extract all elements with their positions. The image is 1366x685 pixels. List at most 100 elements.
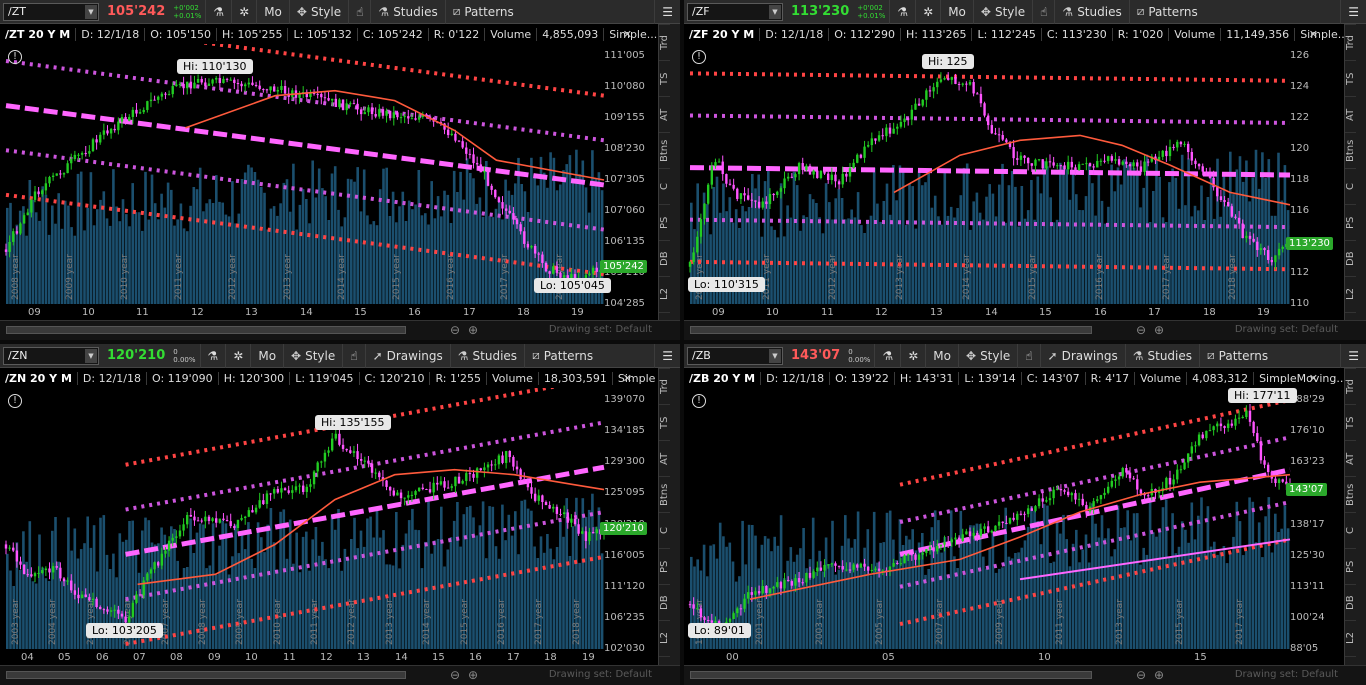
side-tab-ps[interactable]: PS	[1345, 204, 1356, 240]
mo-button[interactable]: Mo	[925, 344, 958, 368]
zoom-in-icon[interactable]: ⊕	[1154, 668, 1164, 682]
side-tab-at[interactable]: AT	[659, 96, 670, 132]
flask-icon[interactable]: ⚗	[205, 0, 231, 24]
side-tab-btns[interactable]: Btns	[1345, 132, 1356, 168]
gear-icon[interactable]: ✲	[231, 0, 256, 24]
drawings-button[interactable]: ➚ Drawings	[1039, 344, 1125, 368]
side-tab-db[interactable]: DB	[1345, 584, 1356, 620]
crosshair-icon[interactable]: ✕	[623, 28, 632, 41]
side-tab-l2[interactable]: L2	[1345, 620, 1356, 656]
flask-icon[interactable]: ⚗	[874, 344, 900, 368]
info-icon[interactable]: !	[692, 50, 706, 64]
horizontal-scrollbar[interactable]	[6, 326, 406, 334]
zoom-out-icon[interactable]: ⊖	[450, 668, 460, 682]
price-chart[interactable]: 1999 year 2001 year 2003 year 2005 year 2007…	[684, 388, 1344, 665]
symbol-selector[interactable]: /ZF ▼	[687, 2, 783, 21]
horizontal-scrollbar[interactable]	[6, 671, 406, 679]
hand-icon[interactable]: ☝	[1032, 0, 1054, 24]
side-tab-ts[interactable]: TS	[1345, 404, 1356, 440]
mo-button[interactable]: Mo	[940, 0, 973, 24]
menu-icon[interactable]: ☰	[654, 0, 680, 24]
chevron-down-icon[interactable]: ▼	[85, 348, 97, 363]
side-tab-l2[interactable]: L2	[1345, 276, 1356, 312]
patterns-button[interactable]: ⧄ Patterns	[524, 344, 600, 368]
crosshair-icon[interactable]: ✕	[623, 372, 632, 385]
studies-button[interactable]: ⚗ Studies	[1124, 344, 1199, 368]
flask-icon[interactable]: ⚗	[889, 0, 915, 24]
side-tab-trd[interactable]: Trd	[659, 24, 670, 60]
zoom-in-icon[interactable]: ⊕	[468, 323, 478, 337]
side-tab-c[interactable]: C	[659, 512, 670, 548]
studies-button[interactable]: ⚗ Studies	[1054, 0, 1128, 24]
candle-body	[428, 489, 432, 493]
side-tab-at[interactable]: AT	[1345, 96, 1356, 132]
flask-icon[interactable]: ⚗	[199, 344, 226, 368]
crosshair-icon[interactable]: ✕	[1309, 372, 1318, 385]
gear-icon[interactable]: ✲	[915, 0, 940, 24]
zoom-out-icon[interactable]: ⊖	[1136, 323, 1146, 337]
style-button[interactable]: ✥ Style	[288, 0, 348, 24]
side-tab-trd[interactable]: Trd	[659, 368, 670, 404]
chevron-down-icon[interactable]: ▼	[769, 4, 781, 19]
studies-button[interactable]: ⚗ Studies	[370, 0, 444, 24]
patterns-button[interactable]: ⧄ Patterns	[444, 0, 521, 24]
mo-button[interactable]: Mo	[250, 344, 283, 368]
study-label[interactable]: Simple...	[1295, 28, 1344, 41]
info-icon[interactable]: !	[692, 394, 706, 408]
gear-icon[interactable]: ✲	[225, 344, 250, 368]
hand-icon[interactable]: ☝	[348, 0, 370, 24]
chevron-down-icon[interactable]: ▼	[85, 4, 97, 19]
side-tab-db[interactable]: DB	[1345, 240, 1356, 276]
side-tab-l2[interactable]: L2	[659, 620, 670, 656]
side-tab-at[interactable]: AT	[659, 440, 670, 476]
gear-icon[interactable]: ✲	[900, 344, 925, 368]
crosshair-icon[interactable]: ✕	[1309, 28, 1318, 41]
side-tab-btns[interactable]: Btns	[659, 476, 670, 512]
style-button[interactable]: ✥ Style	[283, 344, 342, 368]
hand-icon[interactable]: ☝	[342, 344, 364, 368]
price-chart[interactable]: 2009 year2011 year2012 year2013 year2014…	[684, 44, 1344, 320]
study-label[interactable]: SimpleMoving...	[1254, 372, 1344, 385]
chevron-down-icon[interactable]: ▼	[769, 348, 781, 363]
side-tab-ts[interactable]: TS	[659, 404, 670, 440]
side-tab-c[interactable]: C	[659, 168, 670, 204]
drawings-button[interactable]: ➚ Drawings	[364, 344, 450, 368]
style-button[interactable]: ✥ Style	[958, 344, 1017, 368]
patterns-button[interactable]: ⧄ Patterns	[1128, 0, 1205, 24]
symbol-selector[interactable]: /ZB ▼	[687, 346, 783, 365]
zoom-in-icon[interactable]: ⊕	[468, 668, 478, 682]
menu-icon[interactable]: ☰	[1340, 344, 1366, 368]
side-tab-db[interactable]: DB	[659, 240, 670, 276]
side-tab-btns[interactable]: Btns	[1345, 476, 1356, 512]
menu-icon[interactable]: ☰	[1340, 0, 1366, 24]
side-tab-ps[interactable]: PS	[659, 548, 670, 584]
symbol-selector[interactable]: /ZN ▼	[3, 346, 99, 365]
side-tab-ps[interactable]: PS	[659, 204, 670, 240]
zoom-out-icon[interactable]: ⊖	[450, 323, 460, 337]
info-icon[interactable]: !	[8, 50, 22, 64]
side-tab-c[interactable]: C	[1345, 512, 1356, 548]
horizontal-scrollbar[interactable]	[690, 671, 1092, 679]
side-tab-trd[interactable]: Trd	[1345, 368, 1356, 404]
mo-button[interactable]: Mo	[256, 0, 289, 24]
side-tab-btns[interactable]: Btns	[659, 132, 670, 168]
zoom-in-icon[interactable]: ⊕	[1154, 323, 1164, 337]
horizontal-scrollbar[interactable]	[690, 326, 1092, 334]
side-tab-ts[interactable]: TS	[1345, 60, 1356, 96]
hand-icon[interactable]: ☝	[1017, 344, 1039, 368]
studies-button[interactable]: ⚗ Studies	[449, 344, 524, 368]
side-tab-ts[interactable]: TS	[659, 60, 670, 96]
side-tab-c[interactable]: C	[1345, 168, 1356, 204]
zoom-out-icon[interactable]: ⊖	[1136, 668, 1146, 682]
style-button[interactable]: ✥ Style	[972, 0, 1032, 24]
info-icon[interactable]: !	[8, 394, 22, 408]
menu-icon[interactable]: ☰	[654, 344, 680, 368]
side-tab-ps[interactable]: PS	[1345, 548, 1356, 584]
side-tab-l2[interactable]: L2	[659, 276, 670, 312]
symbol-selector[interactable]: /ZT ▼	[3, 2, 99, 21]
side-tab-db[interactable]: DB	[659, 584, 670, 620]
patterns-button[interactable]: ⧄ Patterns	[1199, 344, 1275, 368]
side-tab-at[interactable]: AT	[1345, 440, 1356, 476]
study-label[interactable]: Simple	[613, 372, 658, 385]
side-tab-trd[interactable]: Trd	[1345, 24, 1356, 60]
